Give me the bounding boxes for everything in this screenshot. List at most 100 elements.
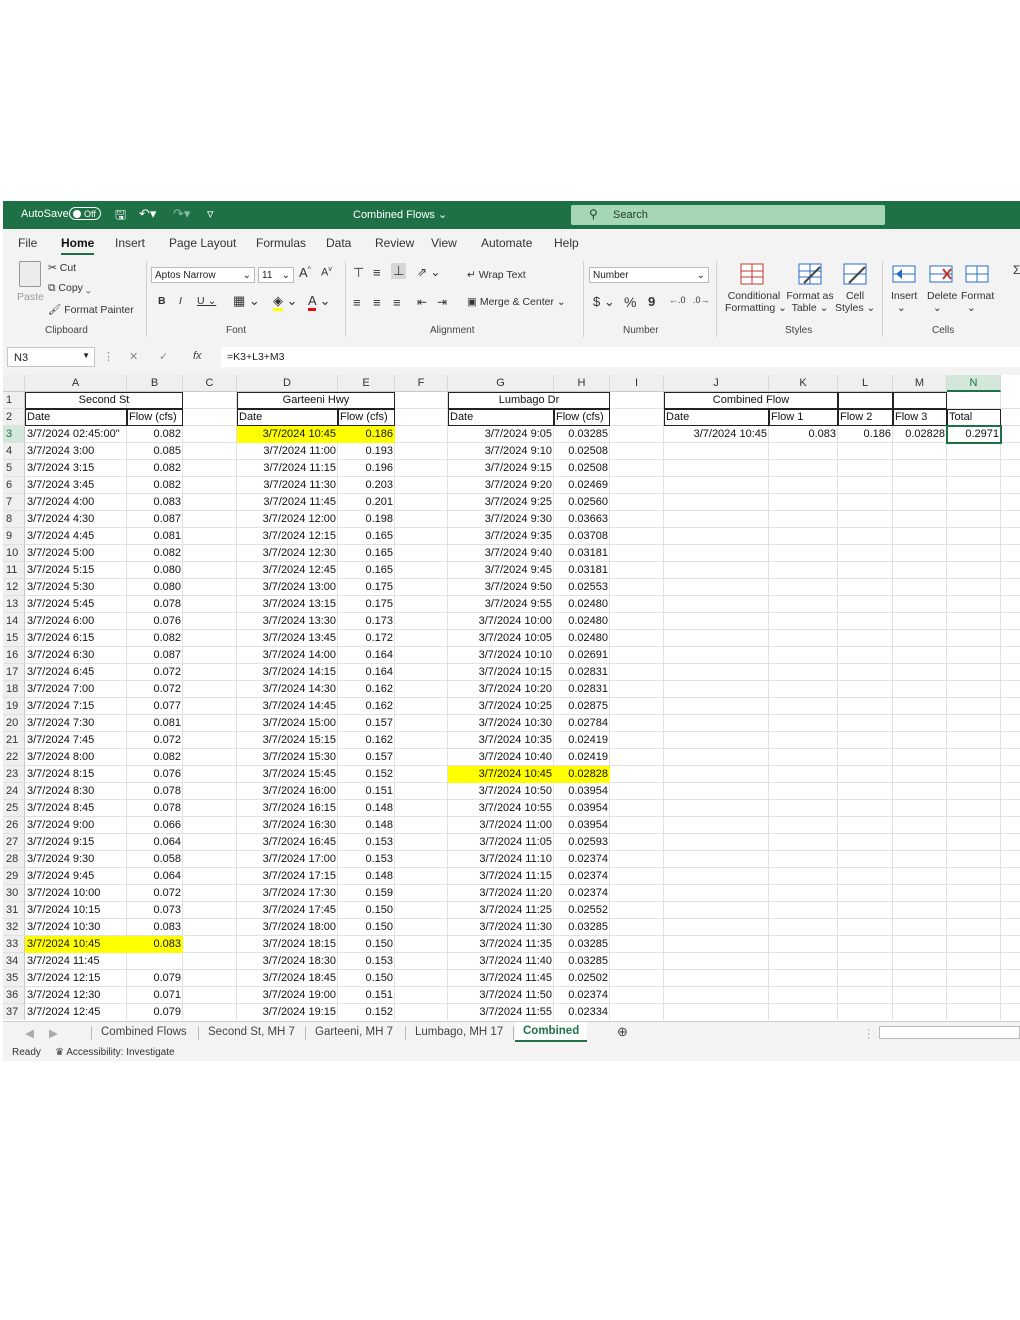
align-top-icon[interactable]: ⊤: [353, 265, 364, 281]
cell-garteeni-flow[interactable]: 0.157: [338, 749, 395, 766]
cell-lumbago-flow[interactable]: 0.02593: [554, 834, 610, 851]
cell-lumbago-date[interactable]: 3/7/2024 9:50: [448, 579, 554, 596]
sheet-tab-lumbago-mh-17[interactable]: Lumbago, MH 17: [415, 1026, 503, 1038]
cell-lumbago-date[interactable]: 3/7/2024 11:10: [448, 851, 554, 868]
underline-button[interactable]: U ⌄: [197, 295, 216, 307]
cell-garteeni-date[interactable]: 3/7/2024 17:00: [237, 851, 338, 868]
cell-lumbago-flow[interactable]: 0.02374: [554, 987, 610, 1004]
column-header-K[interactable]: K: [769, 375, 838, 392]
cell-combined-date[interactable]: 3/7/2024 10:45: [664, 426, 769, 443]
cell-garteeni-date[interactable]: 3/7/2024 11:30: [237, 477, 338, 494]
row-header[interactable]: 1: [3, 392, 25, 409]
tab-file[interactable]: File: [18, 236, 37, 250]
comma-button[interactable]: 9: [648, 294, 655, 309]
cell-lumbago-date[interactable]: 3/7/2024 10:40: [448, 749, 554, 766]
row-header[interactable]: 7: [3, 494, 25, 511]
cell-garteeni-date[interactable]: 3/7/2024 11:15: [237, 460, 338, 477]
copy-button[interactable]: ⧉ Copy ⌄: [48, 282, 91, 295]
cell-garteeni-flow[interactable]: 0.148: [338, 817, 395, 834]
cell-lumbago-date[interactable]: 3/7/2024 10:05: [448, 630, 554, 647]
cell-garteeni-date[interactable]: 3/7/2024 10:45: [237, 426, 338, 443]
cell-second-st-flow[interactable]: 0.064: [127, 834, 183, 851]
cell-second-st-flow[interactable]: 0.064: [127, 868, 183, 885]
tab-home[interactable]: Home: [61, 236, 95, 255]
row-header[interactable]: 28: [3, 851, 25, 868]
column-header-H[interactable]: H: [554, 375, 610, 392]
row-header[interactable]: 30: [3, 885, 25, 902]
header-lumbago-dr[interactable]: Lumbago Dr: [448, 392, 610, 409]
formula-input[interactable]: =K3+L3+M3: [221, 347, 1020, 367]
cell-garteeni-flow[interactable]: 0.172: [338, 630, 395, 647]
cell-second-st-date[interactable]: 3/7/2024 8:30: [25, 783, 127, 800]
row-header[interactable]: 13: [3, 596, 25, 613]
tab-page-layout[interactable]: Page Layout: [169, 236, 236, 250]
cell-lumbago-date[interactable]: 3/7/2024 10:25: [448, 698, 554, 715]
format-painter-button[interactable]: 🖌 Format Painter: [48, 303, 134, 316]
row-header[interactable]: 9: [3, 528, 25, 545]
row-header[interactable]: 34: [3, 953, 25, 970]
row-header[interactable]: 33: [3, 936, 25, 953]
cell-lumbago-date[interactable]: 3/7/2024 9:35: [448, 528, 554, 545]
column-label-flow1[interactable]: Flow 1: [769, 409, 838, 426]
decrease-indent-icon[interactable]: ⇤: [417, 295, 427, 309]
cell-garteeni-flow[interactable]: 0.196: [338, 460, 395, 477]
row-header[interactable]: 24: [3, 783, 25, 800]
cell-second-st-date[interactable]: 3/7/2024 7:00: [25, 681, 127, 698]
cell-garteeni-flow[interactable]: 0.151: [338, 987, 395, 1004]
column-label-date[interactable]: Date: [448, 409, 554, 426]
cell-lumbago-date[interactable]: 3/7/2024 11:45: [448, 970, 554, 987]
cell-lumbago-flow[interactable]: 0.02784: [554, 715, 610, 732]
cell-second-st-flow[interactable]: 0.078: [127, 800, 183, 817]
cell-garteeni-flow[interactable]: 0.164: [338, 664, 395, 681]
cell-second-st-date[interactable]: 3/7/2024 10:30: [25, 919, 127, 936]
cell-second-st-flow[interactable]: 0.071: [127, 987, 183, 1004]
sheet-tab-combined-flows[interactable]: Combined Flows: [101, 1026, 187, 1038]
column-label-date[interactable]: Date: [25, 409, 127, 426]
cell-second-st-date[interactable]: 3/7/2024 10:45: [25, 936, 127, 953]
cell-lumbago-date[interactable]: 3/7/2024 11:05: [448, 834, 554, 851]
number-format-select[interactable]: Number ⌄: [589, 267, 709, 283]
row-header[interactable]: 21: [3, 732, 25, 749]
cell-second-st-flow[interactable]: 0.081: [127, 528, 183, 545]
row-header[interactable]: 3: [3, 426, 25, 443]
row-header[interactable]: 25: [3, 800, 25, 817]
cell-garteeni-date[interactable]: 3/7/2024 16:15: [237, 800, 338, 817]
cell-lumbago-flow[interactable]: 0.02502: [554, 970, 610, 987]
bold-button[interactable]: B: [158, 295, 166, 307]
cell-garteeni-flow[interactable]: 0.150: [338, 902, 395, 919]
font-size-select[interactable]: 11 ⌄: [258, 267, 294, 283]
cell-garteeni-date[interactable]: 3/7/2024 17:30: [237, 885, 338, 902]
column-header-M[interactable]: M: [893, 375, 947, 392]
cell-combined-flow1[interactable]: 0.083: [769, 426, 838, 443]
cell-garteeni-date[interactable]: 3/7/2024 16:00: [237, 783, 338, 800]
cell-second-st-flow[interactable]: 0.078: [127, 783, 183, 800]
cell-second-st-flow[interactable]: 0.087: [127, 511, 183, 528]
cell-second-st-date[interactable]: 3/7/2024 12:15: [25, 970, 127, 987]
cell-lumbago-date[interactable]: 3/7/2024 10:10: [448, 647, 554, 664]
cell-garteeni-date[interactable]: 3/7/2024 13:45: [237, 630, 338, 647]
cell-second-st-flow[interactable]: 0.083: [127, 936, 183, 953]
column-label-date[interactable]: Date: [237, 409, 338, 426]
cell-lumbago-flow[interactable]: 0.02480: [554, 613, 610, 630]
row-header[interactable]: 32: [3, 919, 25, 936]
align-bottom-icon[interactable]: ⊥: [391, 263, 407, 279]
cell-garteeni-flow[interactable]: 0.175: [338, 579, 395, 596]
cell-garteeni-flow[interactable]: 0.173: [338, 613, 395, 630]
cell-lumbago-flow[interactable]: 0.03285: [554, 919, 610, 936]
decrease-font-icon[interactable]: Av: [321, 266, 332, 279]
cell-lumbago-flow[interactable]: 0.03663: [554, 511, 610, 528]
tab-review[interactable]: Review: [375, 236, 414, 250]
row-header[interactable]: 17: [3, 664, 25, 681]
row-header[interactable]: 36: [3, 987, 25, 1004]
cell-lumbago-date[interactable]: 3/7/2024 9:45: [448, 562, 554, 579]
cell-garteeni-flow[interactable]: 0.159: [338, 885, 395, 902]
cell-garteeni-flow[interactable]: 0.162: [338, 698, 395, 715]
cell-garteeni-flow[interactable]: 0.175: [338, 596, 395, 613]
header-garteeni-hwy[interactable]: Garteeni Hwy: [237, 392, 395, 409]
row-header[interactable]: 31: [3, 902, 25, 919]
save-icon[interactable]: 🖫: [115, 206, 126, 228]
cell-garteeni-flow[interactable]: 0.165: [338, 528, 395, 545]
cell-lumbago-date[interactable]: 3/7/2024 9:30: [448, 511, 554, 528]
redo-icon[interactable]: ↷▾: [173, 206, 190, 222]
cell-combined-flow3[interactable]: 0.02828: [893, 426, 947, 443]
